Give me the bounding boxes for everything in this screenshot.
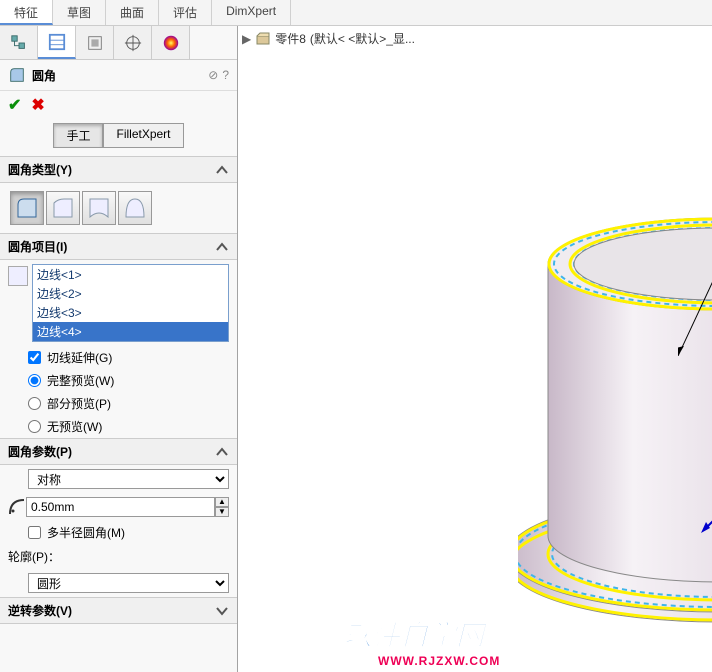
feature-title: 圆角 [32,67,208,84]
section-fillet-items-label: 圆角项目(I) [8,238,67,255]
command-tabs: 特征 草图 曲面 评估 DimXpert [0,0,712,26]
property-manager: 圆角 ⊘ ? ✔ ✖ 手工 FilletXpert 圆角类型(Y) 圆角项目(I… [0,26,238,672]
chevron-up-icon [215,240,229,254]
fillet-type-constant[interactable] [10,191,44,225]
partial-preview-option[interactable]: 部分预览(P) [0,392,237,415]
panel-tab-strip [0,26,237,60]
edge-select-icon[interactable] [8,266,28,286]
cancel-button[interactable]: ✖ [31,95,44,115]
multi-radius-option[interactable]: 多半径圆角(M) [0,521,237,544]
list-item[interactable]: 边线<1> [33,265,228,284]
breadcrumb-arrow-icon[interactable]: ▶ [242,32,251,46]
property-icon [48,33,66,51]
watermark-url: WWW.RJZXW.COM [378,654,500,668]
feature-tree-tab[interactable] [0,26,38,59]
fillet-type-full[interactable] [118,191,152,225]
help-pin-icon[interactable]: ⊘ [208,68,218,82]
filletxpert-mode-button[interactable]: FilletXpert [103,123,183,148]
breadcrumb-part-name: 零件8 [275,30,306,47]
full-preview-radio[interactable] [28,374,41,387]
profile-select[interactable]: 圆形 [28,573,229,593]
ok-button[interactable]: ✔ [8,95,21,115]
dimension-leader [678,206,712,356]
target-icon [124,34,142,52]
breadcrumb[interactable]: ▶ 零件8 (默认< <默认>_显... [242,30,415,47]
confirm-row: ✔ ✖ [0,91,237,119]
symmetry-combo[interactable]: 对称 [28,469,229,489]
multi-radius-checkbox[interactable] [28,526,41,539]
appearance-tab[interactable] [152,26,190,59]
full-preview-option[interactable]: 完整预览(W) [0,369,237,392]
section-fillet-items[interactable]: 圆角项目(I) [0,233,237,260]
fillet-type-face[interactable] [82,191,116,225]
config-tab[interactable] [76,26,114,59]
tree-icon [10,34,28,52]
section-fillet-params-label: 圆角参数(P) [8,443,72,460]
tab-feature[interactable]: 特征 [0,0,53,25]
edge-list[interactable]: 边线<1> 边线<2> 边线<3> 边线<4> [32,264,229,342]
no-preview-radio[interactable] [28,420,41,433]
list-item-selected[interactable]: 边线<4> [33,322,228,341]
feature-header: 圆角 ⊘ ? [0,60,237,91]
spinner-down[interactable]: ▼ [215,507,229,517]
breadcrumb-state: (默认< <默认>_显... [310,30,415,47]
tab-surface[interactable]: 曲面 [106,0,159,25]
list-item[interactable]: 边线<3> [33,303,228,322]
chevron-up-icon [215,163,229,177]
sphere-icon [162,34,180,52]
section-reverse-label: 逆转参数(V) [8,602,72,619]
chevron-down-icon [215,604,229,618]
spinner-up[interactable]: ▲ [215,497,229,507]
graphics-area[interactable]: ▶ 零件8 (默认< <默认>_显... [238,26,712,672]
watermark: 软件自学网 [344,614,484,654]
symmetry-select[interactable]: 对称 [28,469,229,489]
section-fillet-params[interactable]: 圆角参数(P) [0,438,237,465]
items-selection: 边线<1> 边线<2> 边线<3> 边线<4> [0,260,237,346]
no-preview-option[interactable]: 无预览(W) [0,415,237,438]
radius-icon [8,498,26,516]
part-icon [255,31,271,47]
radius-input-row: ▲ ▼ [8,497,229,517]
section-fillet-type-label: 圆角类型(Y) [8,161,72,178]
fillet-type-variable[interactable] [46,191,80,225]
section-fillet-type[interactable]: 圆角类型(Y) [0,156,237,183]
chevron-up-icon [215,445,229,459]
tab-evaluate[interactable]: 评估 [159,0,212,25]
manual-mode-button[interactable]: 手工 [53,123,103,148]
tab-sketch[interactable]: 草图 [53,0,106,25]
property-tab[interactable] [38,26,76,59]
list-item[interactable]: 边线<2> [33,284,228,303]
profile-label: 轮廓(P)： [0,544,237,569]
radius-input[interactable] [26,497,215,517]
tab-dimxpert[interactable]: DimXpert [212,0,291,25]
profile-combo[interactable]: 圆形 [28,573,229,593]
dim-tab[interactable] [114,26,152,59]
tangent-checkbox[interactable] [28,351,41,364]
mode-row: 手工 FilletXpert [0,119,237,156]
tangent-propagation-option[interactable]: 切线延伸(G) [0,346,237,369]
origin-triad[interactable] [698,486,712,536]
section-reverse-params[interactable]: 逆转参数(V) [0,597,237,624]
fillet-icon [8,66,26,84]
fillet-type-row [0,183,237,233]
help-icon[interactable]: ? [222,68,229,82]
partial-preview-radio[interactable] [28,397,41,410]
config-icon [86,34,104,52]
